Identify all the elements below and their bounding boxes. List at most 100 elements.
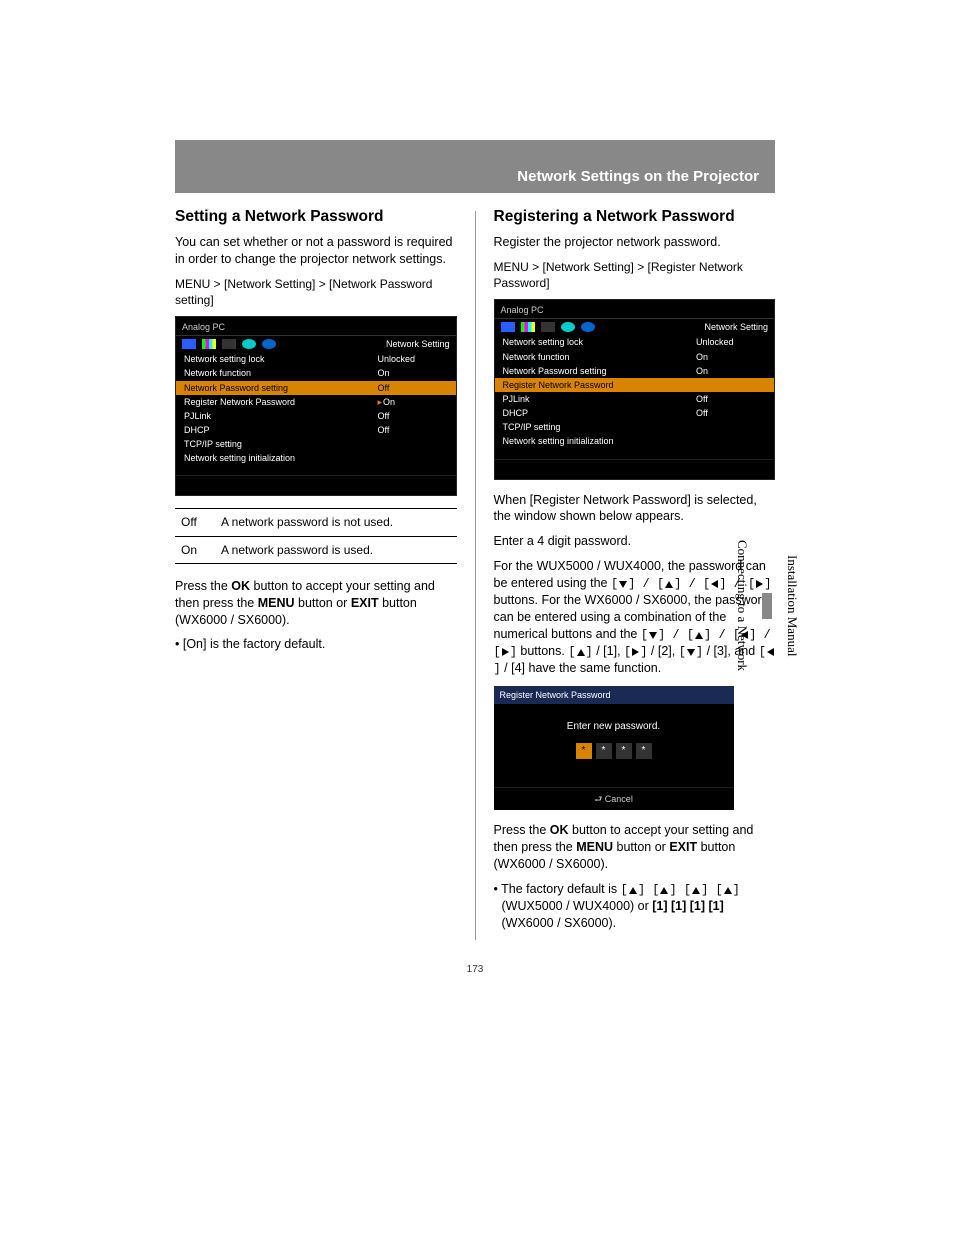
- pw-slot: *: [636, 743, 652, 759]
- osd-row-label: Network setting initialization: [503, 435, 697, 447]
- osd-row-value: [696, 421, 766, 433]
- osd-row-label: TCP/IP setting: [184, 438, 378, 450]
- osd-row-value: On: [378, 367, 448, 379]
- osd-row-value: On: [696, 351, 766, 363]
- text: Press the: [175, 579, 231, 593]
- osd-row-value: Off: [696, 407, 766, 419]
- osd-row-value: Off: [696, 393, 766, 405]
- right-note: The factory default is [] [] [] [] (WUX5…: [502, 881, 776, 932]
- osd-row: Network functionOn: [176, 366, 456, 380]
- option-row: OffA network password is not used.: [175, 509, 457, 536]
- cancel-label: Cancel: [605, 794, 633, 804]
- osd-tab-icon: [242, 339, 256, 349]
- osd-row: DHCPOff: [495, 406, 775, 420]
- osd-tab-icon: [521, 322, 535, 332]
- section-header: Network Settings on the Projector: [175, 140, 775, 193]
- side-tab-top: Installation Manual: [784, 555, 800, 656]
- osd-row-label: Network setting initialization: [184, 452, 378, 464]
- osd-source: Analog PC: [182, 322, 225, 332]
- ok-label: OK: [231, 579, 250, 593]
- arrow-bracket: []: [568, 645, 592, 659]
- left-heading: Setting a Network Password: [175, 207, 457, 228]
- osd-row-label: Network function: [503, 351, 697, 363]
- left-menu-path: MENU > [Network Setting] > [Network Pass…: [175, 276, 457, 308]
- osd-row: PJLinkOff: [495, 392, 775, 406]
- osd-tab-bar: Network Setting: [495, 319, 775, 335]
- arrow-bracket: []: [679, 645, 703, 659]
- right-accept-text: Press the OK button to accept your setti…: [494, 822, 776, 873]
- option-key: On: [175, 536, 215, 563]
- osd-row: TCP/IP setting: [495, 420, 775, 434]
- osd-row-label: PJLink: [503, 393, 697, 405]
- osd-row-value: Off: [378, 424, 448, 436]
- pw-dialog-prompt: Enter new password.: [494, 720, 734, 734]
- osd-row: Network setting lockUnlocked: [495, 335, 775, 349]
- osd-rows: Network setting lockUnlocked Network func…: [495, 335, 775, 448]
- osd-row-label: PJLink: [184, 410, 378, 422]
- osd-tab-icon: [581, 322, 595, 332]
- osd-row-label: Network setting lock: [503, 336, 697, 348]
- pw-slots: * * * *: [494, 743, 734, 759]
- osd-tab-title: Network Setting: [386, 338, 450, 350]
- options-body: OffA network password is not used.OnA ne…: [175, 509, 457, 563]
- osd-row: Network setting lockUnlocked: [176, 352, 456, 366]
- osd-tab-icon: [561, 322, 575, 332]
- left-intro: You can set whether or not a password is…: [175, 234, 457, 268]
- right-heading: Registering a Network Password: [494, 207, 776, 228]
- osd-row-value: On: [696, 365, 766, 377]
- text: / [1],: [593, 644, 624, 658]
- osd-row-value: Off: [378, 410, 448, 422]
- options-table: OffA network password is not used.OnA ne…: [175, 508, 457, 563]
- osd-row-value: Off: [378, 382, 448, 394]
- osd-row-value: [378, 438, 448, 450]
- section-title: Network Settings on the Projector: [517, 168, 759, 185]
- arrow-bracket: []: [624, 645, 647, 659]
- osd-screenshot-left: Analog PC Network Setting Network settin…: [175, 316, 457, 496]
- option-desc: A network password is not used.: [215, 509, 457, 536]
- osd-row-value: Unlocked: [378, 353, 448, 365]
- text: (WUX5000 / WUX4000) or: [502, 899, 653, 913]
- osd-row-label: Network setting lock: [184, 353, 378, 365]
- osd-row: PJLinkOff: [176, 409, 456, 423]
- osd-row: TCP/IP setting: [176, 437, 456, 451]
- text: buttons.: [517, 644, 565, 658]
- exit-label: EXIT: [351, 596, 379, 610]
- osd-row-label: Network function: [184, 367, 378, 379]
- osd-row-value: [696, 379, 766, 391]
- osd-row-label: DHCP: [503, 407, 697, 419]
- document-page: Network Settings on the Projector Settin…: [175, 140, 775, 975]
- right-arrow-paragraph: For the WUX5000 / WUX4000, the password …: [494, 558, 776, 677]
- osd-row-value: [696, 435, 766, 447]
- side-tab-labels: Installation Manual Connecting to a Netw…: [734, 540, 800, 671]
- right-column: Registering a Network Password Register …: [494, 207, 776, 940]
- osd-row: Register Network Password: [495, 378, 775, 392]
- password-dialog: Register Network Password Enter new pass…: [494, 686, 734, 811]
- text: (WX6000 / SX6000).: [502, 916, 617, 930]
- osd-row-label: DHCP: [184, 424, 378, 436]
- left-note: [On] is the factory default.: [183, 636, 457, 653]
- osd-tab-bar: Network Setting: [176, 336, 456, 352]
- option-desc: A network password is used.: [215, 536, 457, 563]
- text: / [2],: [647, 644, 678, 658]
- ok-label: OK: [550, 823, 569, 837]
- osd-row-value: [378, 452, 448, 464]
- osd-tab-icon: [501, 322, 515, 332]
- side-tab-bottom: Connecting to a Network: [734, 540, 750, 671]
- exit-label: EXIT: [669, 840, 697, 854]
- text: The factory default is: [501, 882, 621, 896]
- option-row: OnA network password is used.: [175, 536, 457, 563]
- text: button or: [295, 596, 351, 610]
- osd-row-label: Register Network Password: [503, 379, 697, 391]
- osd-tab-title: Network Setting: [704, 321, 768, 333]
- osd-row-value: Unlocked: [696, 336, 766, 348]
- pw-slot: *: [596, 743, 612, 759]
- right-after2: Enter a 4 digit password.: [494, 533, 776, 550]
- osd-row-value: On: [378, 396, 448, 408]
- osd-row: Register Network PasswordOn: [176, 395, 456, 409]
- osd-tab-icon: [222, 339, 236, 349]
- left-column: Setting a Network Password You can set w…: [175, 207, 457, 940]
- osd-tab-icon: [541, 322, 555, 332]
- right-intro: Register the projector network password.: [494, 234, 776, 251]
- column-divider: [475, 211, 476, 940]
- pw-slot: *: [576, 743, 592, 759]
